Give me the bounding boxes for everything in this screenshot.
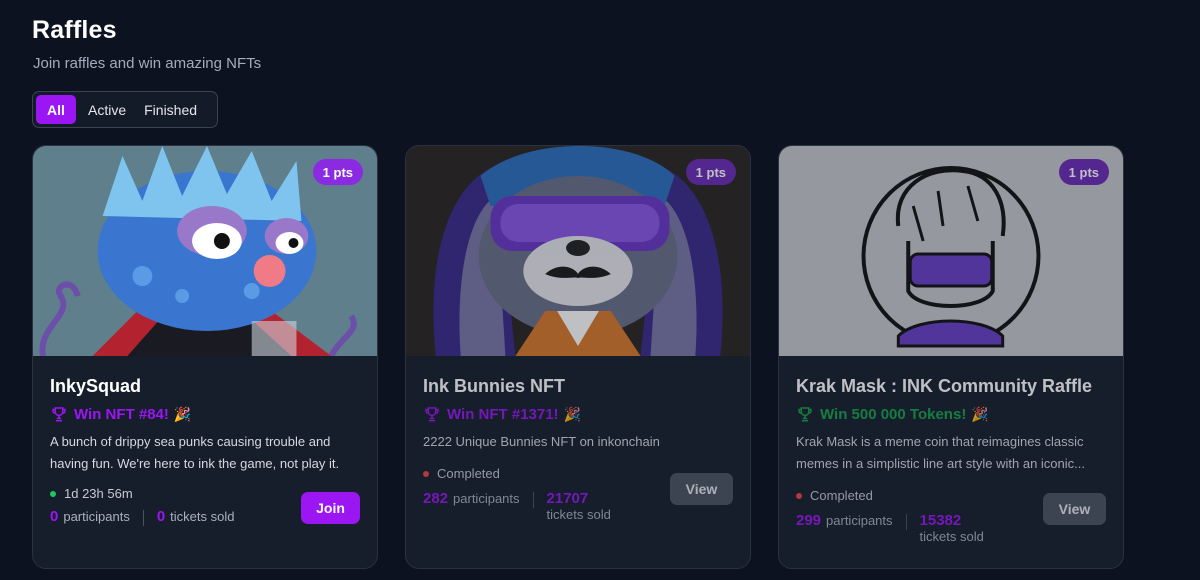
- nft-image-ink-bunnies: 1 pts: [406, 146, 750, 356]
- filter-tabs: All Active Finished: [32, 91, 218, 128]
- raffle-title: Krak Mask : INK Community Raffle: [796, 376, 1093, 396]
- status-dot-icon: [50, 490, 56, 497]
- prize-line: Win NFT #1371! 🎉: [423, 405, 733, 423]
- trophy-icon: [425, 407, 439, 422]
- raffle-status: 1d 23h 56m: [50, 486, 133, 501]
- tickets-label: tickets sold: [546, 507, 611, 522]
- countdown-text: 1d 23h 56m: [64, 486, 133, 501]
- filter-all-button[interactable]: All: [36, 95, 76, 124]
- raffle-title: InkySquad: [50, 376, 142, 396]
- page-subtitle: Join raffles and win amazing NFTs: [33, 55, 262, 72]
- points-badge: 1 pts: [312, 159, 363, 185]
- participants-count: 282: [423, 490, 449, 507]
- participants-label: participants: [63, 509, 130, 524]
- tickets-label: tickets sold: [170, 509, 235, 524]
- view-button[interactable]: View: [1043, 493, 1106, 525]
- status-text: Completed: [437, 466, 500, 481]
- prize-text: Win NFT #84!: [74, 405, 169, 423]
- raffle-description: Krak Mask is a meme coin that reimagines…: [796, 434, 1085, 471]
- raffle-card-ink-bunnies[interactable]: 1 pts Ink Bunnies NFT Win NFT #1371! 🎉 2…: [405, 145, 751, 569]
- raffle-card-krak-mask[interactable]: 1 pts Krak Mask : INK Community Raffle W…: [778, 145, 1124, 569]
- points-badge: 1 pts: [685, 159, 736, 185]
- tickets-count: 21707: [546, 490, 589, 507]
- trophy-icon: [52, 407, 66, 422]
- raffle-stats: 299 participants 15382 tickets sold: [796, 512, 1030, 544]
- filter-finished-button[interactable]: Finished: [135, 95, 206, 124]
- nft-image-krak-mask: 1 pts: [779, 146, 1123, 356]
- join-button[interactable]: Join: [301, 492, 360, 524]
- prize-line: Win NFT #84! 🎉: [50, 405, 360, 423]
- points-badge: 1 pts: [1058, 159, 1109, 185]
- status-text: Completed: [810, 488, 873, 503]
- prize-text: Win 500 000 Tokens!: [820, 405, 967, 423]
- raffle-status: Completed: [423, 466, 500, 481]
- status-dot-icon: [423, 470, 429, 477]
- raffle-stats: 0 participants 0 tickets sold: [50, 508, 234, 526]
- raffle-title: Ink Bunnies NFT: [423, 376, 566, 396]
- participants-label: participants: [826, 513, 893, 528]
- nft-image-inkysquad: 1 pts: [33, 146, 377, 356]
- raffle-description: A bunch of drippy sea punks causing trou…: [50, 434, 340, 471]
- party-icon: 🎉: [971, 405, 989, 422]
- filter-active-button[interactable]: Active: [79, 95, 135, 124]
- page-title: Raffles: [32, 16, 117, 44]
- prize-text: Win NFT #1371!: [447, 405, 559, 423]
- raffle-card-inkysquad[interactable]: 1 pts InkySquad Win NFT #84! 🎉 A bunch o…: [32, 145, 378, 569]
- prize-line: Win 500 000 Tokens! 🎉: [796, 405, 1106, 423]
- participants-count: 299: [796, 512, 822, 529]
- stats-divider: [142, 510, 144, 526]
- stats-divider: [905, 514, 907, 530]
- raffle-status: Completed: [796, 488, 873, 503]
- participants-label: participants: [453, 491, 520, 506]
- tickets-label: tickets sold: [919, 529, 984, 544]
- tickets-count: 15382: [919, 512, 962, 529]
- raffle-stats: 282 participants 21707 tickets sold: [423, 490, 657, 522]
- party-icon: 🎉: [563, 405, 581, 422]
- stats-divider: [532, 492, 534, 508]
- raffle-description: 2222 Unique Bunnies NFT on inkonchain: [423, 434, 660, 449]
- participants-count: 0: [50, 508, 59, 525]
- view-button[interactable]: View: [670, 473, 733, 505]
- trophy-icon: [798, 407, 812, 422]
- status-dot-icon: [796, 492, 802, 499]
- tickets-count: 0: [156, 508, 166, 525]
- party-icon: 🎉: [173, 405, 192, 422]
